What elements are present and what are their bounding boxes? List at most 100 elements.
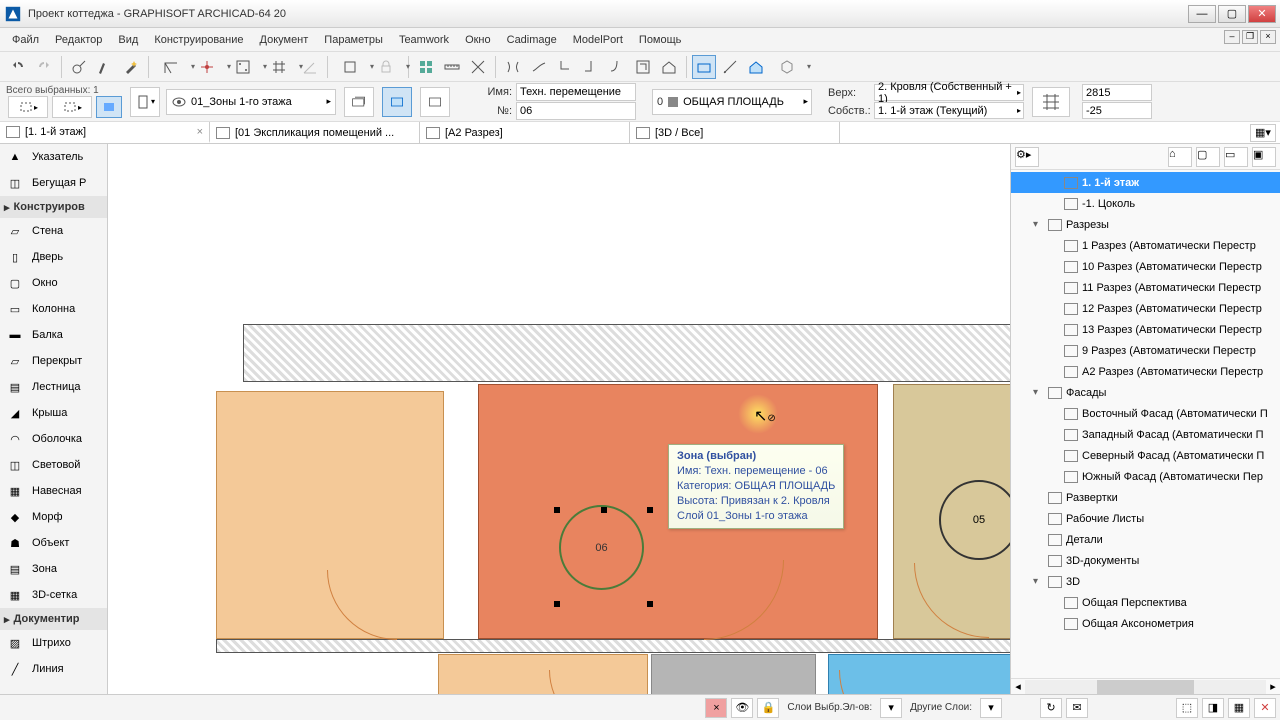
fillet-button[interactable] — [579, 55, 603, 79]
status-btn-a[interactable]: ⬚ — [1176, 698, 1198, 718]
status-refresh-button[interactable]: ↻ — [1040, 698, 1062, 718]
redo-button[interactable] — [32, 55, 56, 79]
menu-construction[interactable]: Конструирование — [146, 31, 251, 49]
geometry-mode-2[interactable] — [382, 87, 412, 117]
chamfer-button[interactable] — [605, 55, 629, 79]
geometry-mode-1[interactable] — [344, 87, 374, 117]
tool-mesh[interactable]: ▦3D-сетка — [0, 582, 107, 608]
tab-overview-button[interactable]: ▦▾ — [1250, 124, 1276, 142]
nav-node[interactable]: ▾Фасады — [1011, 382, 1280, 403]
nav-node[interactable]: 13 Разрез (Автоматически Перестр — [1011, 319, 1280, 340]
trim-button[interactable] — [466, 55, 490, 79]
element-info-button[interactable] — [744, 55, 768, 79]
tool-curtain[interactable]: ▦Навесная — [0, 478, 107, 504]
nav-node[interactable]: 1 Разрез (Автоматически Перестр — [1011, 235, 1280, 256]
home-button[interactable] — [657, 55, 681, 79]
lock-button[interactable]: ▾ — [369, 55, 403, 79]
suspend-button[interactable]: ▾ — [333, 55, 367, 79]
menu-help[interactable]: Помощь — [631, 31, 690, 49]
nav-node[interactable]: Общая Перспектива — [1011, 592, 1280, 613]
tool-roof[interactable]: ◢Крыша — [0, 400, 107, 426]
zone-element[interactable] — [651, 654, 816, 694]
status-btn-c[interactable]: ▦ — [1228, 698, 1250, 718]
ruler-button[interactable] — [440, 55, 464, 79]
tool-skylight[interactable]: ◫Световой — [0, 452, 107, 478]
home-combo[interactable]: 1. 1-й этаж (Текущий)▸ — [874, 102, 1024, 119]
grid-button[interactable]: ▾ — [262, 55, 296, 79]
tool-beam[interactable]: ▬Балка — [0, 322, 107, 348]
nav-node[interactable]: 9 Разрез (Автоматически Перестр — [1011, 340, 1280, 361]
category-combo[interactable]: 0 ОБЩАЯ ПЛОЩАДЬ ▸ — [652, 89, 812, 115]
tab-section[interactable]: [A2 Разрез] — [420, 122, 630, 143]
tool-object[interactable]: ☗Объект — [0, 530, 107, 556]
settings-button[interactable]: ▾ — [130, 87, 160, 117]
nav-node[interactable]: 12 Разрез (Автоматически Перестр — [1011, 298, 1280, 319]
zone-05[interactable]: 05 — [893, 384, 1010, 639]
tab-3d[interactable]: [3D / Все] — [630, 122, 840, 143]
nav-node[interactable]: Восточный Фасад (Автоматически П — [1011, 403, 1280, 424]
magic-wand-button[interactable] — [119, 55, 143, 79]
tool-line[interactable]: ╱Линия — [0, 656, 107, 682]
guides-button[interactable]: ▾ — [154, 55, 188, 79]
tool-slab[interactable]: ▱Перекрыт — [0, 348, 107, 374]
maximize-button[interactable]: ▢ — [1218, 5, 1246, 23]
nav-node[interactable]: Северный Фасад (Автоматически П — [1011, 445, 1280, 466]
menu-parameters[interactable]: Параметры — [316, 31, 391, 49]
tool-window[interactable]: ▢Окно — [0, 270, 107, 296]
quick-layers-2[interactable]: 🔒 — [757, 698, 779, 718]
drawing-canvas[interactable]: 06 05 07 ↖⊘ — [108, 144, 1010, 694]
adjust-button[interactable] — [527, 55, 551, 79]
nav-node[interactable]: Южный Фасад (Автоматически Пер — [1011, 466, 1280, 487]
split-button[interactable] — [501, 55, 525, 79]
tab-schedule[interactable]: [01 Экспликация помещений ... — [210, 122, 420, 143]
geometry-mode-3[interactable] — [420, 87, 450, 117]
status-other-layers-btn[interactable]: ▾ — [980, 698, 1002, 718]
menu-editor[interactable]: Редактор — [47, 31, 110, 49]
navigator-tree[interactable]: 1. 1-й этаж-1. Цоколь▾Разрезы1 Разрез (А… — [1011, 170, 1280, 678]
3d-button[interactable]: ▾ — [770, 55, 804, 79]
dim-bottom-input[interactable] — [1082, 102, 1152, 119]
undo-button[interactable] — [6, 55, 30, 79]
mdi-restore[interactable]: ❐ — [1242, 30, 1258, 44]
nav-node[interactable]: -1. Цоколь — [1011, 193, 1280, 214]
tool-column[interactable]: ▭Колонна — [0, 296, 107, 322]
angle-button[interactable] — [298, 55, 322, 79]
nav-publisher-button[interactable]: ▣ — [1252, 147, 1276, 167]
number-input[interactable] — [516, 102, 636, 120]
close-button[interactable]: ✕ — [1248, 5, 1276, 23]
menu-document[interactable]: Документ — [252, 31, 317, 49]
layer-combo[interactable]: 01_Зоны 1-го этажа ▸ — [166, 89, 336, 115]
nav-node[interactable]: 10 Разрез (Автоматически Перестр — [1011, 256, 1280, 277]
nav-node[interactable]: Детали — [1011, 529, 1280, 550]
menu-view[interactable]: Вид — [110, 31, 146, 49]
mdi-minimize[interactable]: – — [1224, 30, 1240, 44]
selection-mode-1[interactable]: ▸ — [8, 96, 48, 118]
nav-node[interactable]: Западный Фасад (Автоматически П — [1011, 424, 1280, 445]
tab-close-button[interactable]: × — [197, 126, 203, 138]
tool-morph[interactable]: ◆Морф — [0, 504, 107, 530]
nav-node[interactable]: ▾3D — [1011, 571, 1280, 592]
quick-layers-1[interactable]: 👁 — [731, 698, 753, 718]
navigator-hscroll[interactable]: ◂ ▸ — [1011, 678, 1280, 694]
inject-button[interactable] — [93, 55, 117, 79]
snap-points-button[interactable]: ▾ — [226, 55, 260, 79]
nav-settings-button[interactable]: ⚙▸ — [1015, 147, 1039, 167]
tool-marquee[interactable]: ◫Бегущая Р — [0, 170, 107, 196]
status-close-button[interactable]: ✕ — [1254, 698, 1276, 718]
tool-wall[interactable]: ▱Стена — [0, 218, 107, 244]
nav-node[interactable]: 11 Разрез (Автоматически Перестр — [1011, 277, 1280, 298]
nav-view-map-button[interactable]: ▢ — [1196, 147, 1220, 167]
zone-element[interactable] — [438, 654, 648, 694]
measure-button[interactable] — [718, 55, 742, 79]
tab-floor-1[interactable]: [1. 1-й этаж] × — [0, 122, 210, 143]
link-stories-button[interactable] — [1032, 87, 1070, 117]
mdi-close[interactable]: × — [1260, 30, 1276, 44]
menu-modelport[interactable]: ModelPort — [565, 31, 631, 49]
toolbox-cat-document[interactable]: ▸Документир — [0, 608, 107, 630]
quick-layers-close[interactable]: × — [705, 698, 727, 718]
nav-node[interactable]: 3D-документы — [1011, 550, 1280, 571]
nav-node[interactable]: A2 Разрез (Автоматически Перестр — [1011, 361, 1280, 382]
intersect-button[interactable] — [553, 55, 577, 79]
dim-top-input[interactable] — [1082, 84, 1152, 101]
tool-zone[interactable]: ▤Зона — [0, 556, 107, 582]
